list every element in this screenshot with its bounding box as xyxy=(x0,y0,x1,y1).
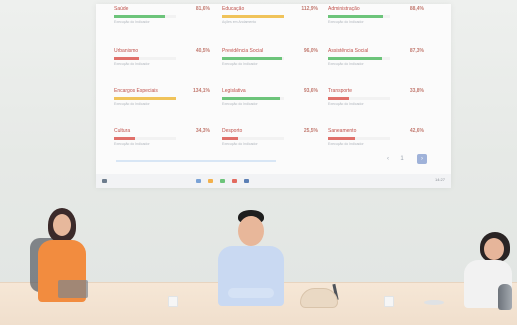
kpi-label: Encargos Especiais xyxy=(114,88,158,94)
kpi-caption: Execução do Indicador xyxy=(114,102,150,106)
app-icon[interactable] xyxy=(208,179,213,183)
head xyxy=(484,238,504,260)
kpi-progress-fill xyxy=(222,57,282,60)
kpi-progress-fill xyxy=(114,15,165,18)
kpi-progress-track xyxy=(328,57,390,60)
taskbar-clock: 14:27 xyxy=(434,177,445,182)
kpi-progress-fill xyxy=(328,57,382,60)
kpi-caption: Execução do Indicador xyxy=(114,20,150,24)
kpi-card: Transporte 33,8% Execução do Indicador xyxy=(328,88,424,118)
kpi-value: 40,5% xyxy=(195,48,210,54)
water-cup xyxy=(384,296,394,307)
kpi-progress-fill xyxy=(114,137,136,140)
app-icon[interactable] xyxy=(220,179,225,183)
kpi-card: Administração 88,4% Execução do Indicador xyxy=(328,6,424,36)
kpi-caption: Execução do Indicador xyxy=(328,62,364,66)
kpi-progress-fill xyxy=(328,15,383,18)
thermos-pitcher xyxy=(498,284,512,310)
kpi-caption: Execução do Indicador xyxy=(328,142,364,146)
kpi-progress-fill xyxy=(222,15,284,18)
kpi-progress-fill xyxy=(222,137,239,140)
kpi-caption: Ações em Andamento xyxy=(222,20,257,24)
kpi-value: 33,8% xyxy=(409,88,424,94)
kpi-caption: Execução do Indicador xyxy=(222,62,258,66)
kpi-progress-track xyxy=(328,15,390,18)
kpi-value: 25,5% xyxy=(303,128,318,134)
kpi-progress-track xyxy=(114,137,176,140)
kpi-label: Legislativa xyxy=(222,88,246,94)
person-center-panelist xyxy=(210,206,290,312)
kpi-value: 96,0% xyxy=(303,48,318,54)
kpi-value: 42,6% xyxy=(409,128,424,134)
kpi-progress-fill xyxy=(114,57,140,60)
app-icon[interactable] xyxy=(244,179,249,183)
app-icon[interactable] xyxy=(196,179,201,183)
handbag xyxy=(300,288,338,308)
kpi-card: Assistência Social 87,3% Execução do Indic… xyxy=(328,48,424,78)
kpi-value: 93,6% xyxy=(303,88,318,94)
pagination: ‹ 1 › xyxy=(383,154,433,164)
kpi-label: Administração xyxy=(328,6,360,12)
kpi-progress-track xyxy=(114,15,176,18)
kpi-label: Urbanismo xyxy=(114,48,139,54)
kpi-caption: Execução do Indicador xyxy=(114,62,150,66)
kpi-caption: Execução do Indicador xyxy=(328,20,364,24)
kpi-progress-fill xyxy=(222,97,281,100)
kpi-label: Cultura xyxy=(114,128,131,134)
arm xyxy=(228,288,274,298)
person-left-panelist xyxy=(28,206,118,312)
kpi-progress-track xyxy=(222,137,284,140)
kpi-card: Encargos Especiais 134,1% Execução do Indi… xyxy=(114,88,210,118)
kpi-progress-fill xyxy=(328,137,355,140)
projected-dashboard: Saúde 81,6% Execução do Indicador Educação 1… xyxy=(96,4,451,188)
kpi-label: Previdência Social xyxy=(222,48,264,54)
kpi-label: Desporto xyxy=(222,128,243,134)
windows-taskbar: 14:27 xyxy=(96,174,451,188)
kpi-progress-track xyxy=(222,97,284,100)
kpi-card: Desporto 25,5% Execução do Indicador xyxy=(222,128,318,158)
kpi-progress-fill xyxy=(114,97,176,100)
prev-page-button[interactable]: ‹ xyxy=(383,154,393,164)
progress-underline xyxy=(116,160,276,162)
kpi-label: Saneamento xyxy=(328,128,357,134)
kpi-caption: Execução do Indicador xyxy=(222,102,258,106)
kpi-value: 88,4% xyxy=(409,6,424,12)
head xyxy=(53,214,71,236)
kpi-value: 87,3% xyxy=(409,48,424,54)
kpi-label: Transporte xyxy=(328,88,352,94)
kpi-label: Educação xyxy=(222,6,245,12)
kpi-progress-track xyxy=(114,97,176,100)
kpi-label: Assistência Social xyxy=(328,48,369,54)
kpi-value: 134,1% xyxy=(193,88,210,94)
kpi-value: 112,9% xyxy=(301,6,318,12)
kpi-progress-track xyxy=(328,97,390,100)
kpi-progress-track xyxy=(328,137,390,140)
start-icon[interactable] xyxy=(102,179,107,183)
app-icon[interactable] xyxy=(232,179,237,183)
kpi-caption: Execução do Indicador xyxy=(222,142,258,146)
kpi-card: Saúde 81,6% Execução do Indicador xyxy=(114,6,210,36)
laptop xyxy=(58,280,88,298)
kpi-card: Legislativa 93,6% Execução do Indicador xyxy=(222,88,318,118)
kpi-card: Urbanismo 40,5% Execução do Indicador xyxy=(114,48,210,78)
page-number[interactable]: 1 xyxy=(397,154,407,164)
head xyxy=(238,216,264,246)
next-page-button[interactable]: › xyxy=(417,154,427,164)
kpi-progress-track xyxy=(114,57,176,60)
kpi-caption: Execução do Indicador xyxy=(328,102,364,106)
kpi-caption: Execução do Indicador xyxy=(114,142,150,146)
kpi-progress-track xyxy=(222,57,284,60)
water-cup xyxy=(168,296,178,307)
kpi-label: Saúde xyxy=(114,6,129,12)
kpi-card: Educação 112,9% Ações em Andamento xyxy=(222,6,318,36)
phone xyxy=(424,300,444,305)
kpi-progress-fill xyxy=(328,97,350,100)
kpi-value: 81,6% xyxy=(195,6,210,12)
kpi-card: Cultura 34,3% Execução do Indicador xyxy=(114,128,210,158)
kpi-progress-track xyxy=(222,15,284,18)
kpi-value: 34,3% xyxy=(195,128,210,134)
kpi-card: Previdência Social 96,0% Execução do Indic… xyxy=(222,48,318,78)
